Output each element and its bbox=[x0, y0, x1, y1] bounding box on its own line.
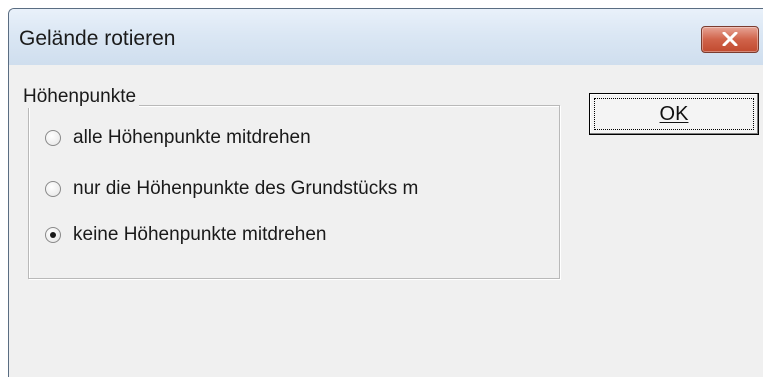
ok-button-label: OK bbox=[659, 103, 689, 125]
radio-button-grundstueck[interactable] bbox=[45, 181, 61, 197]
radio-label-keine: keine Höhenpunkte mitdrehen bbox=[73, 224, 327, 245]
radio-label-grundstueck: nur die Höhenpunkte des Grundstücks m bbox=[73, 178, 419, 199]
title-bar[interactable]: Gelände rotieren bbox=[9, 9, 763, 65]
radio-button-keine[interactable] bbox=[45, 227, 61, 243]
close-button[interactable] bbox=[701, 26, 759, 53]
radio-button-alle[interactable] bbox=[45, 130, 61, 146]
radio-option-alle[interactable]: alle Höhenpunkte mitdrehen bbox=[45, 125, 311, 151]
window-title: Gelände rotieren bbox=[19, 27, 176, 50]
groupbox-label: Höhenpunkte bbox=[20, 86, 140, 108]
radio-option-keine[interactable]: keine Höhenpunkte mitdrehen bbox=[45, 222, 327, 248]
dialog-content: Höhenpunkte alle Höhenpunkte mitdrehen n… bbox=[9, 65, 763, 377]
radio-label-alle: alle Höhenpunkte mitdrehen bbox=[73, 127, 311, 148]
ok-button[interactable]: OK bbox=[589, 93, 759, 135]
dialog-window: Gelände rotieren Höhenpunkte alle Höhenp… bbox=[8, 8, 763, 377]
radio-selected-dot bbox=[50, 232, 56, 238]
radio-option-grundstueck[interactable]: nur die Höhenpunkte des Grundstücks m bbox=[45, 176, 497, 202]
